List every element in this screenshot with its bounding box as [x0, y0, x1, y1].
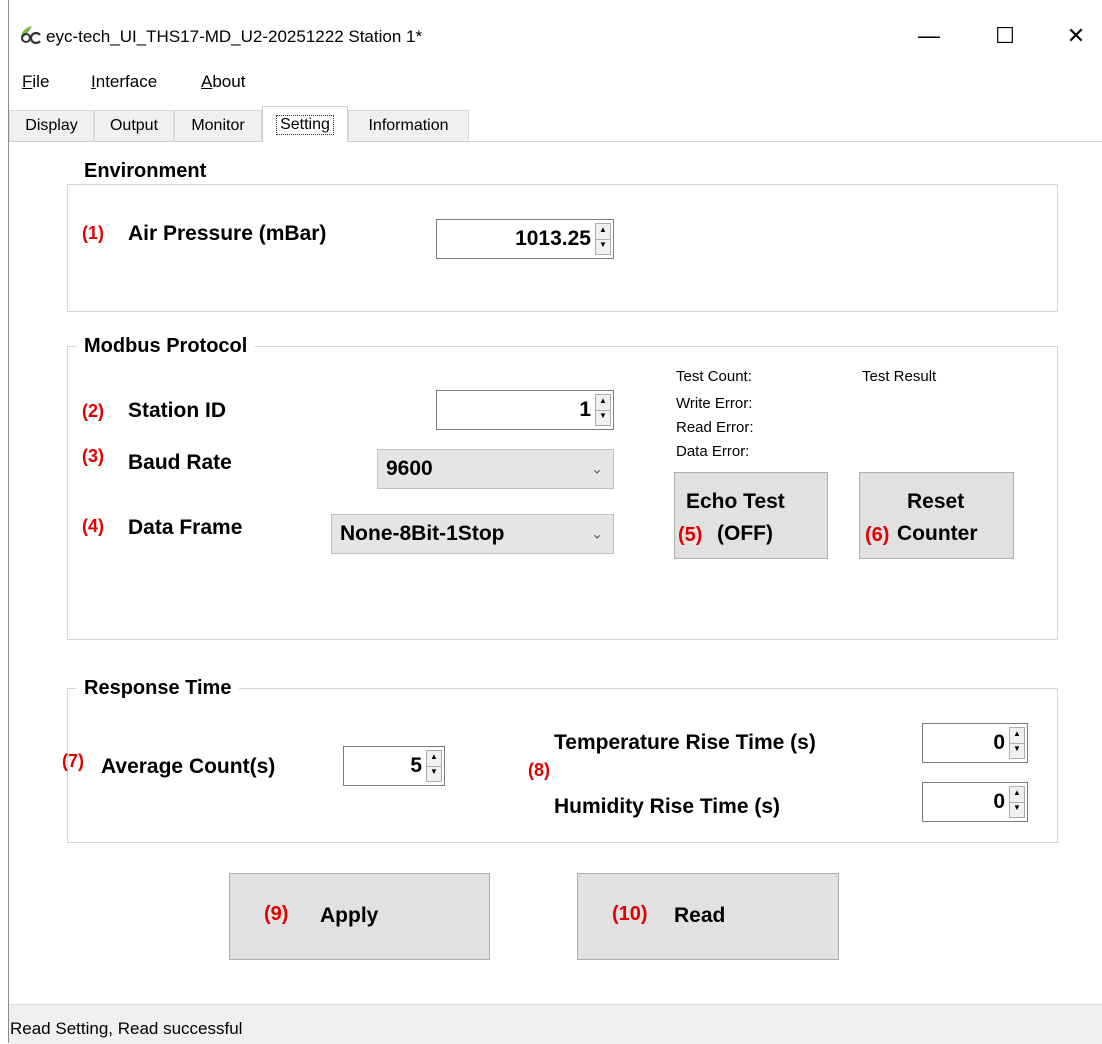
tab-output[interactable]: Output [94, 110, 174, 141]
marker-2: (2) [82, 401, 104, 421]
marker-6: (6) [865, 524, 890, 546]
spin-up-icon[interactable]: ▲ [1010, 728, 1024, 744]
tab-setting-label: Setting [276, 114, 334, 135]
marker-9: (9) [264, 903, 289, 925]
spin-down-icon[interactable]: ▼ [596, 410, 610, 425]
tab-strip-line [9, 141, 1102, 142]
marker-3: (3) [82, 446, 104, 466]
humidity-rise-label: Humidity Rise Time (s) [554, 795, 780, 818]
temp-rise-spinbox[interactable]: 0 ▲ ▼ [922, 723, 1028, 763]
menu-bar [9, 66, 1102, 96]
data-error-label: Data Error: [676, 443, 750, 460]
tab-monitor[interactable]: Monitor [174, 110, 262, 141]
spin-down-icon[interactable]: ▼ [596, 239, 610, 254]
spin-down-icon[interactable]: ▼ [427, 766, 441, 781]
baud-rate-value: 9600 [386, 457, 433, 480]
spin-up-icon[interactable]: ▲ [427, 751, 441, 767]
echo-test-label: Echo Test [686, 490, 785, 513]
read-error-label: Read Error: [676, 419, 754, 436]
spin-up-icon[interactable]: ▲ [1010, 787, 1024, 803]
window-left-border [8, 0, 9, 1043]
modbus-title: Modbus Protocol [76, 335, 256, 358]
average-count-spinbox[interactable]: 5 ▲ ▼ [343, 746, 445, 786]
data-frame-value: None-8Bit-1Stop [340, 522, 505, 545]
reset-counter-label-1: Reset [907, 490, 965, 513]
spin-down-icon[interactable]: ▼ [1010, 802, 1024, 817]
tab-information-label: Information [368, 117, 449, 134]
spin-up-icon[interactable]: ▲ [596, 395, 610, 411]
test-result-label: Test Result [862, 368, 937, 385]
app-logo-icon [21, 26, 41, 44]
air-pressure-spin-arrows[interactable]: ▲ ▼ [595, 223, 611, 255]
marker-10: (10) [612, 903, 648, 925]
station-id-spinbox[interactable]: 1 ▲ ▼ [436, 390, 614, 430]
air-pressure-spinbox[interactable]: 1013.25 ▲ ▼ [436, 219, 614, 259]
average-count-spin-arrows[interactable]: ▲ ▼ [426, 750, 442, 782]
humidity-rise-spin-arrows[interactable]: ▲ ▼ [1009, 786, 1025, 818]
apply-label: Apply [320, 904, 379, 927]
minimize-button[interactable]: — [903, 18, 955, 54]
station-id-value: 1 [579, 398, 591, 421]
air-pressure-label: Air Pressure (mBar) [128, 222, 327, 245]
marker-7: (7) [62, 751, 84, 771]
reset-counter-label-2: Counter [897, 522, 978, 545]
menu-interface[interactable]: Interface [91, 72, 157, 92]
data-frame-label: Data Frame [128, 516, 243, 539]
status-text: Read Setting, Read successful [10, 1019, 243, 1038]
maximize-button[interactable]: ☐ [979, 18, 1031, 54]
data-frame-select[interactable]: None-8Bit-1Stop ⌄ [331, 514, 614, 554]
menu-about[interactable]: About [201, 72, 245, 92]
average-count-label: Average Count(s) [101, 755, 276, 778]
test-count-label: Test Count: [676, 368, 752, 385]
temp-rise-spin-arrows[interactable]: ▲ ▼ [1009, 727, 1025, 759]
write-error-label: Write Error: [676, 395, 753, 412]
spin-up-icon[interactable]: ▲ [596, 224, 610, 240]
echo-test-state: (OFF) [717, 522, 773, 545]
spin-down-icon[interactable]: ▼ [1010, 743, 1024, 758]
humidity-rise-spinbox[interactable]: 0 ▲ ▼ [922, 782, 1028, 822]
window-title: eyc-tech_UI_THS17-MD_U2-20251222 Station… [46, 27, 423, 46]
baud-rate-label: Baud Rate [128, 451, 232, 474]
tab-information[interactable]: Information [348, 110, 469, 141]
temp-rise-label: Temperature Rise Time (s) [554, 731, 816, 754]
tab-setting[interactable]: Setting [262, 106, 348, 142]
menu-file[interactable]: File [22, 72, 49, 92]
station-id-label: Station ID [128, 399, 226, 422]
tab-display-label: Display [25, 117, 78, 134]
chevron-down-icon: ⌄ [591, 525, 603, 542]
marker-5: (5) [678, 524, 703, 546]
baud-rate-select[interactable]: 9600 ⌄ [377, 449, 614, 489]
average-count-value: 5 [410, 754, 422, 777]
marker-4: (4) [82, 516, 104, 536]
air-pressure-value: 1013.25 [515, 227, 591, 250]
tab-monitor-label: Monitor [191, 117, 245, 134]
station-id-spin-arrows[interactable]: ▲ ▼ [595, 394, 611, 426]
marker-8: (8) [528, 760, 550, 780]
response-title: Response Time [76, 677, 240, 700]
environment-title: Environment [76, 160, 215, 183]
humidity-rise-value: 0 [993, 790, 1005, 813]
read-label: Read [674, 904, 726, 927]
tab-display[interactable]: Display [9, 110, 94, 141]
close-button[interactable]: ✕ [1050, 18, 1102, 54]
chevron-down-icon: ⌄ [591, 460, 603, 477]
marker-1: (1) [82, 223, 104, 243]
temp-rise-value: 0 [993, 731, 1005, 754]
tab-output-label: Output [109, 117, 159, 134]
